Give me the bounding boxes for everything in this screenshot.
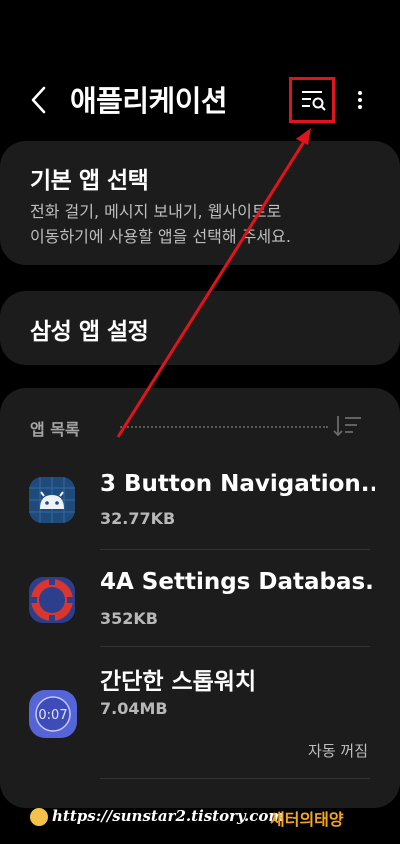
list-item[interactable]: 0:07 간단한 스톱워치 7.04MB 자동 꺼짐	[0, 647, 400, 777]
sort-icon	[333, 416, 361, 437]
back-arrow-icon	[31, 86, 46, 114]
samsung-app-settings-title: 삼성 앱 설정	[30, 319, 149, 345]
smile-emoji-icon	[30, 808, 48, 826]
back-button[interactable]	[26, 84, 52, 116]
watermark-url: https://sunstar2.tistory.com	[52, 807, 285, 825]
app-size: 7.04MB	[100, 699, 168, 718]
more-options-button[interactable]	[350, 84, 370, 116]
default-apps-description-line1: 전화 걸기, 메시지 보내기, 웹사이트로	[30, 202, 282, 221]
app-name: 4A Settings Databas..	[100, 569, 375, 595]
watermark: https://sunstar2.tistory.com 새터의태양	[0, 800, 400, 840]
sort-button[interactable]	[333, 414, 363, 438]
samsung-app-settings-card[interactable]: 삼성 앱 설정	[0, 291, 400, 365]
list-divider	[100, 778, 370, 779]
list-search-icon	[302, 91, 326, 111]
app-size: 352KB	[100, 609, 158, 628]
android-robot-icon	[28, 476, 76, 524]
more-vertical-icon	[358, 91, 362, 109]
stopwatch-icon: 0:07	[28, 689, 78, 739]
app-name: 간단한 스톱워치	[100, 669, 257, 695]
app-list-label: 앱 목록	[30, 420, 80, 439]
app-status: 자동 꺼짐	[308, 742, 368, 760]
list-header-divider	[120, 426, 328, 428]
stopwatch-icon-text: 0:07	[38, 708, 67, 723]
default-apps-description-line2: 이동하기에 사용할 앱을 선택해 주세요.	[30, 227, 291, 246]
default-apps-card[interactable]: 기본 앱 선택 전화 걸기, 메시지 보내기, 웹사이트로 이동하기에 사용할 …	[0, 141, 400, 265]
app-size: 32.77KB	[100, 509, 176, 528]
app-list-card: 앱 목록 3 Button Navigation.. 32.77KB 4A Se…	[0, 388, 400, 808]
app-bar: 애플리케이션	[0, 60, 400, 140]
default-apps-title: 기본 앱 선택	[30, 168, 149, 194]
watermark-brand: 새터의태양	[270, 810, 344, 829]
search-apps-button[interactable]	[289, 77, 335, 123]
app-name: 3 Button Navigation..	[100, 471, 375, 497]
page-title: 애플리케이션	[70, 84, 228, 118]
settings-database-icon	[28, 576, 76, 624]
